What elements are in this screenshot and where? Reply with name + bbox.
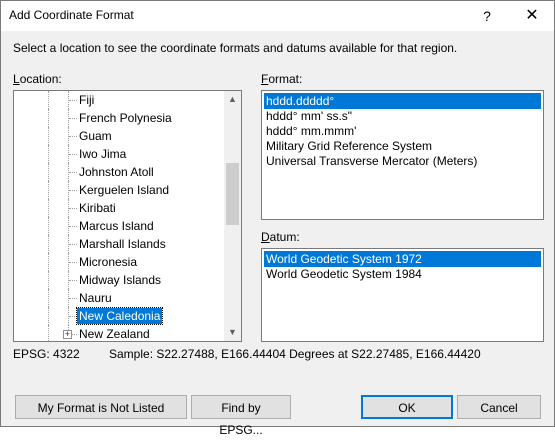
tree-guide-line xyxy=(48,109,49,127)
add-coordinate-format-dialog: Add Coordinate Format ? ✕ Select a locat… xyxy=(0,0,555,437)
location-item[interactable]: Guam xyxy=(14,127,224,145)
tree-guide-line xyxy=(48,127,49,145)
tree-branch-line xyxy=(69,226,77,227)
datum-item[interactable]: World Geodetic System 1972 xyxy=(264,251,541,267)
format-item[interactable]: hddd° mm' ss.s" xyxy=(264,108,541,124)
tree-branch-line xyxy=(69,154,77,155)
location-item[interactable]: Kerguelen Island xyxy=(14,181,224,199)
tree-guide-line xyxy=(48,235,49,253)
tree-branch-line xyxy=(69,136,77,137)
tree-guide-line xyxy=(48,253,49,271)
tree-guide-line xyxy=(48,325,49,341)
tree-branch-line xyxy=(69,262,77,263)
format-item[interactable]: Military Grid Reference System xyxy=(264,138,541,154)
location-item-label: Marshall Islands xyxy=(79,237,166,251)
tree-branch-line xyxy=(69,298,77,299)
format-list[interactable]: hddd.ddddd° hddd° mm' ss.s" hddd° mm.mmm' M… xyxy=(261,90,544,220)
tree-guide-line xyxy=(48,307,49,325)
location-item-label: Fiji xyxy=(79,93,95,107)
tree-guide-line xyxy=(48,145,49,163)
sample-text: Sample: S22.27488, E166.44404 Degrees at… xyxy=(109,347,481,361)
ok-button[interactable]: OK xyxy=(361,395,453,419)
tree-branch-line xyxy=(69,280,77,281)
location-item-label: Guam xyxy=(79,129,112,143)
tree-branch-line xyxy=(69,244,77,245)
location-item[interactable]: Marcus Island xyxy=(14,217,224,235)
location-item[interactable]: New Caledonia xyxy=(14,307,224,325)
tree-guide-line xyxy=(48,289,49,307)
tree-guide-line xyxy=(48,91,49,109)
location-item-label: New Caledonia xyxy=(75,307,164,325)
scroll-up-icon[interactable]: ▲ xyxy=(224,91,241,108)
instructions-text: Select a location to see the coordinate … xyxy=(13,41,458,55)
format-item[interactable]: hddd° mm.mmm' xyxy=(264,123,541,139)
datum-item[interactable]: World Geodetic System 1984 xyxy=(264,266,541,282)
epsg-code: EPSG: 4322 xyxy=(13,347,80,361)
location-tree[interactable]: Fiji French Polynesia Guam Iwo Jima Johnston… xyxy=(13,90,242,342)
window-title: Add Coordinate Format xyxy=(9,8,134,22)
location-item[interactable]: Micronesia xyxy=(14,253,224,271)
datum-label-text: atum: xyxy=(269,230,300,244)
tree-branch-line xyxy=(69,316,77,317)
location-label-accel: L xyxy=(13,72,20,86)
tree-guide-line xyxy=(48,199,49,217)
location-item[interactable]: + New Zealand xyxy=(14,325,224,341)
location-item-label: New Zealand xyxy=(79,327,150,341)
location-item-label: Kerguelen Island xyxy=(79,183,170,197)
datum-list[interactable]: World Geodetic System 1972 World Geodetic… xyxy=(261,248,544,342)
location-item[interactable]: Iwo Jima xyxy=(14,145,224,163)
scroll-thumb[interactable] xyxy=(226,163,239,225)
scroll-down-icon[interactable]: ▼ xyxy=(224,324,241,341)
location-item[interactable]: Marshall Islands xyxy=(14,235,224,253)
tree-branch-line xyxy=(69,100,77,101)
location-scrollbar[interactable]: ▲ ▼ xyxy=(224,91,241,341)
title-bar: Add Coordinate Format ? ✕ xyxy=(1,1,554,31)
tree-guide-line xyxy=(48,181,49,199)
location-item-label: Kiribati xyxy=(79,201,116,215)
location-item[interactable]: Midway Islands xyxy=(14,271,224,289)
find-by-epsg-button[interactable]: Find by EPSG... xyxy=(191,395,291,437)
format-item[interactable]: hddd.ddddd° xyxy=(264,93,541,109)
tree-branch-line xyxy=(69,172,77,173)
datum-label: Datum: xyxy=(261,230,300,244)
location-item-label: Iwo Jima xyxy=(79,147,127,161)
location-item-label: French Polynesia xyxy=(79,111,172,125)
location-label: Location: xyxy=(13,72,62,86)
location-tree-items: Fiji French Polynesia Guam Iwo Jima Johnston… xyxy=(14,91,224,341)
cancel-button[interactable]: Cancel xyxy=(457,395,541,419)
location-item-label: Marcus Island xyxy=(79,219,154,233)
location-item-label: Johnston Atoll xyxy=(79,165,154,179)
location-item[interactable]: French Polynesia xyxy=(14,109,224,127)
tree-branch-line xyxy=(69,190,77,191)
location-item-label: Micronesia xyxy=(79,255,138,269)
location-item[interactable]: Nauru xyxy=(14,289,224,307)
format-item[interactable]: Universal Transverse Mercator (Meters) xyxy=(264,153,541,169)
tree-guide-line xyxy=(48,271,49,289)
location-label-text: ocation: xyxy=(19,72,62,86)
location-item-label: Midway Islands xyxy=(79,273,162,287)
datum-label-accel: D xyxy=(261,230,270,244)
format-not-listed-button[interactable]: My Format is Not Listed xyxy=(15,395,187,419)
expand-plus-icon[interactable]: + xyxy=(63,330,72,339)
format-label-text: ormat: xyxy=(268,72,303,86)
tree-branch-line xyxy=(69,118,77,119)
location-item[interactable]: Fiji xyxy=(14,91,224,109)
format-label: Format: xyxy=(261,72,302,86)
close-icon[interactable]: ✕ xyxy=(510,1,554,31)
location-item-label: Nauru xyxy=(79,291,112,305)
location-item[interactable]: Johnston Atoll xyxy=(14,163,224,181)
help-icon[interactable]: ? xyxy=(465,1,509,31)
tree-branch-line xyxy=(69,208,77,209)
location-item[interactable]: Kiribati xyxy=(14,199,224,217)
tree-guide-line xyxy=(48,217,49,235)
tree-guide-line xyxy=(48,163,49,181)
